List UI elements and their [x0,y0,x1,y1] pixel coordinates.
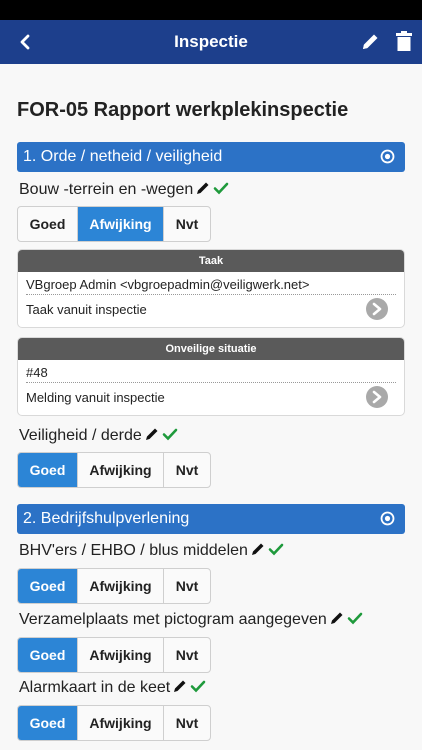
question-label: Bouw -terrein en -wegen [19,180,229,199]
option-good[interactable]: Goed [18,453,78,487]
task-card[interactable]: Taak VBgroep Admin <vbgroepadmin@veiligw… [17,249,405,328]
option-na[interactable]: Nvt [164,638,210,672]
option-good[interactable]: Goed [18,638,78,672]
section-header-2[interactable]: 2. Bedrijfshulpverlening [17,504,405,534]
section-title: 2. Bedrijfshulpverlening [23,510,190,527]
option-na[interactable]: Nvt [164,706,210,740]
question-text: Bouw -terrein en -wegen [19,181,194,198]
pencil-icon[interactable] [144,426,160,442]
answer-options: Goed Afwijking Nvt [17,705,211,741]
report-number: #48 [26,365,48,380]
section-title: 1. Orde / netheid / veiligheid [23,148,223,165]
question-text: BHV'ers / EHBO / blus middelen [19,542,248,559]
option-deviation[interactable]: Afwijking [78,706,164,740]
pencil-icon[interactable] [250,541,266,557]
question-text: Veiligheid / derde [19,427,142,444]
card-header: Taak [18,250,404,272]
unsafe-situation-card[interactable]: Onveilige situatie #48 Melding vanuit in… [17,337,405,416]
check-icon [190,680,206,693]
option-good[interactable]: Goed [18,207,78,241]
pencil-icon[interactable] [195,180,211,196]
question-label: Verzamelplaats met pictogram aangegeven [19,610,363,629]
divider [26,294,396,295]
chevron-right-icon[interactable] [366,298,388,320]
pencil-icon[interactable] [329,610,345,626]
option-good[interactable]: Goed [18,569,78,603]
target-icon[interactable] [380,149,395,164]
card-header: Onveilige situatie [18,338,404,360]
option-na[interactable]: Nvt [164,569,210,603]
option-good[interactable]: Goed [18,706,78,740]
option-deviation[interactable]: Afwijking [78,569,164,603]
pencil-icon[interactable] [359,31,381,53]
option-deviation[interactable]: Afwijking [78,638,164,672]
divider [26,382,396,383]
check-icon [162,428,178,441]
question-label: BHV'ers / EHBO / blus middelen [19,541,284,560]
question-text: Alarmkaart in de keet [19,679,171,696]
pencil-icon[interactable] [172,678,188,694]
answer-options: Goed Afwijking Nvt [17,452,211,488]
question-text: Verzamelplaats met pictogram aangegeven [19,611,327,628]
question-label: Veiligheid / derde [19,426,178,445]
chevron-right-icon[interactable] [366,386,388,408]
task-description: Taak vanuit inspectie [26,302,147,317]
check-icon [268,543,284,556]
page-title: FOR-05 Rapport werkplekinspectie [17,99,349,121]
status-bar [0,0,422,20]
option-deviation[interactable]: Afwijking [78,453,164,487]
option-na[interactable]: Nvt [164,207,210,241]
answer-options: Goed Afwijking Nvt [17,568,211,604]
check-icon [347,612,363,625]
section-header-1[interactable]: 1. Orde / netheid / veiligheid [17,142,405,172]
question-label: Alarmkaart in de keet [19,678,206,697]
task-assignee: VBgroep Admin <vbgroepadmin@veiligwerk.n… [26,277,310,292]
report-description: Melding vanuit inspectie [26,390,165,405]
answer-options: Goed Afwijking Nvt [17,206,211,242]
target-icon[interactable] [380,511,395,526]
answer-options: Goed Afwijking Nvt [17,637,211,673]
option-deviation[interactable]: Afwijking [78,207,164,241]
nav-bar: Inspectie [0,20,422,64]
trash-icon[interactable] [394,30,414,52]
option-na[interactable]: Nvt [164,453,210,487]
check-icon [214,182,229,195]
